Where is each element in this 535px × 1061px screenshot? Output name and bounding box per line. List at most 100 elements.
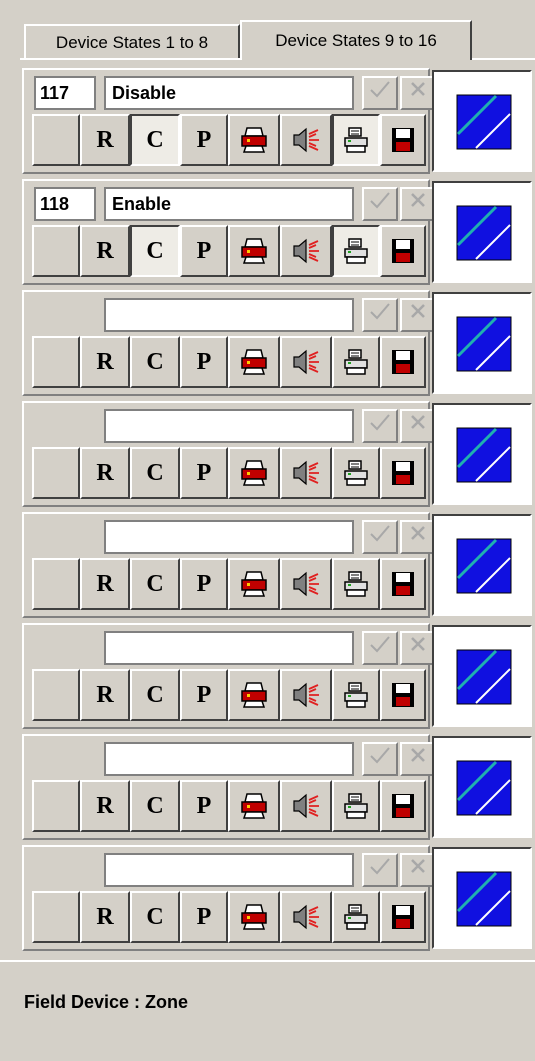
cancel-button[interactable]: [400, 742, 436, 776]
print-log-button[interactable]: [332, 225, 380, 277]
state-name-field[interactable]: [104, 631, 354, 665]
p-button[interactable]: P: [180, 780, 228, 832]
cancel-button[interactable]: [400, 187, 436, 221]
blank-button[interactable]: [32, 336, 80, 388]
print-log-button[interactable]: [332, 669, 380, 721]
state-name-field[interactable]: [104, 853, 354, 887]
c-button[interactable]: C: [130, 225, 180, 277]
blank-button[interactable]: [32, 447, 80, 499]
save-button[interactable]: [380, 891, 426, 943]
save-button[interactable]: [380, 669, 426, 721]
printer-button[interactable]: [228, 891, 280, 943]
cancel-button[interactable]: [400, 631, 436, 665]
c-button[interactable]: C: [130, 669, 180, 721]
device-state-indicator[interactable]: [432, 292, 532, 394]
printer-button[interactable]: [228, 225, 280, 277]
confirm-button[interactable]: [362, 298, 398, 332]
c-button[interactable]: C: [130, 336, 180, 388]
r-button[interactable]: R: [80, 447, 130, 499]
sounder-button[interactable]: [280, 558, 332, 610]
save-button[interactable]: [380, 558, 426, 610]
r-button[interactable]: R: [80, 225, 130, 277]
cancel-button[interactable]: [400, 76, 436, 110]
cancel-button[interactable]: [400, 520, 436, 554]
sounder-button[interactable]: [280, 669, 332, 721]
blank-button[interactable]: [32, 891, 80, 943]
device-state-indicator[interactable]: [432, 625, 532, 727]
sounder-button[interactable]: [280, 780, 332, 832]
blank-button[interactable]: [32, 780, 80, 832]
tab-device-states-1-8[interactable]: Device States 1 to 8: [24, 24, 240, 58]
blank-button[interactable]: [32, 225, 80, 277]
device-state-indicator[interactable]: [432, 181, 532, 283]
p-button[interactable]: P: [180, 225, 228, 277]
r-button[interactable]: R: [80, 336, 130, 388]
device-state-indicator[interactable]: [432, 514, 532, 616]
blank-button[interactable]: [32, 558, 80, 610]
printer-button[interactable]: [228, 780, 280, 832]
save-button[interactable]: [380, 336, 426, 388]
printer-button[interactable]: [228, 447, 280, 499]
sounder-button[interactable]: [280, 891, 332, 943]
sounder-button[interactable]: [280, 114, 332, 166]
r-button[interactable]: R: [80, 780, 130, 832]
p-button[interactable]: P: [180, 558, 228, 610]
state-name-field[interactable]: [104, 409, 354, 443]
p-button[interactable]: P: [180, 114, 228, 166]
state-number-field[interactable]: 118: [34, 187, 96, 221]
sounder-button[interactable]: [280, 225, 332, 277]
confirm-button[interactable]: [362, 76, 398, 110]
cancel-button[interactable]: [400, 409, 436, 443]
printer-button[interactable]: [228, 114, 280, 166]
device-state-indicator[interactable]: [432, 403, 532, 505]
printer-button[interactable]: [228, 336, 280, 388]
cancel-button[interactable]: [400, 298, 436, 332]
printer-button[interactable]: [228, 558, 280, 610]
print-log-button[interactable]: [332, 780, 380, 832]
device-state-indicator[interactable]: [432, 847, 532, 949]
print-log-button[interactable]: [332, 447, 380, 499]
sounder-button[interactable]: [280, 447, 332, 499]
printer-button[interactable]: [228, 669, 280, 721]
state-name-field[interactable]: [104, 520, 354, 554]
p-button[interactable]: P: [180, 336, 228, 388]
save-button[interactable]: [380, 780, 426, 832]
state-name-field[interactable]: [104, 298, 354, 332]
c-button[interactable]: C: [130, 447, 180, 499]
save-button[interactable]: [380, 225, 426, 277]
p-button[interactable]: P: [180, 669, 228, 721]
confirm-button[interactable]: [362, 742, 398, 776]
device-state-indicator[interactable]: [432, 70, 532, 172]
c-button[interactable]: C: [130, 891, 180, 943]
cancel-button[interactable]: [400, 853, 436, 887]
save-button[interactable]: [380, 114, 426, 166]
c-button[interactable]: C: [130, 558, 180, 610]
r-button[interactable]: R: [80, 669, 130, 721]
state-number-field[interactable]: 117: [34, 76, 96, 110]
confirm-button[interactable]: [362, 520, 398, 554]
r-button[interactable]: R: [80, 891, 130, 943]
confirm-button[interactable]: [362, 187, 398, 221]
p-button[interactable]: P: [180, 891, 228, 943]
r-button[interactable]: R: [80, 558, 130, 610]
state-name-field[interactable]: Enable: [104, 187, 354, 221]
p-button[interactable]: P: [180, 447, 228, 499]
state-name-field[interactable]: [104, 742, 354, 776]
r-button[interactable]: R: [80, 114, 130, 166]
confirm-button[interactable]: [362, 409, 398, 443]
blank-button[interactable]: [32, 114, 80, 166]
device-state-indicator[interactable]: [432, 736, 532, 838]
print-log-button[interactable]: [332, 891, 380, 943]
c-button[interactable]: C: [130, 114, 180, 166]
print-log-button[interactable]: [332, 558, 380, 610]
print-log-button[interactable]: [332, 336, 380, 388]
save-button[interactable]: [380, 447, 426, 499]
sounder-button[interactable]: [280, 336, 332, 388]
confirm-button[interactable]: [362, 853, 398, 887]
print-log-button[interactable]: [332, 114, 380, 166]
confirm-button[interactable]: [362, 631, 398, 665]
blank-button[interactable]: [32, 669, 80, 721]
c-button[interactable]: C: [130, 780, 180, 832]
tab-device-states-9-16[interactable]: Device States 9 to 16: [240, 20, 472, 60]
state-name-field[interactable]: Disable: [104, 76, 354, 110]
